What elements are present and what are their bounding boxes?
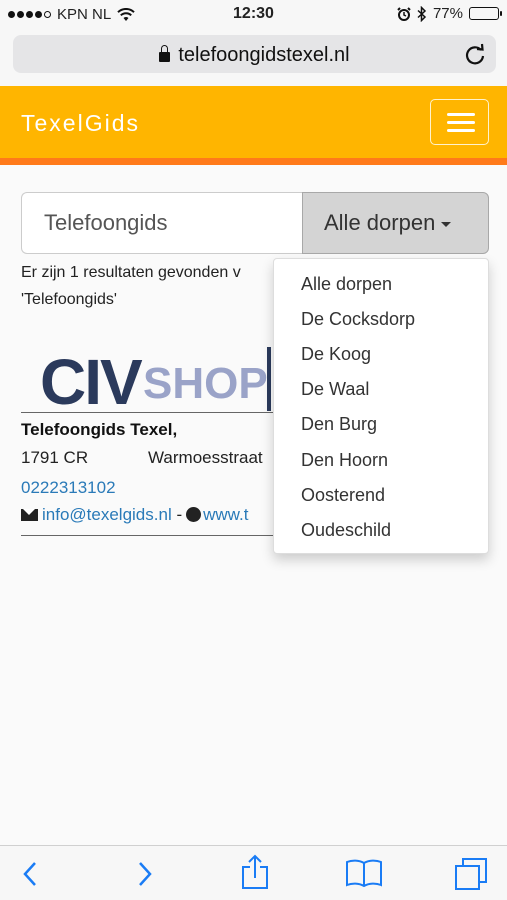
hamburger-icon — [447, 121, 475, 124]
village-button-label: Alle dorpen — [324, 210, 436, 235]
contact-separator: - — [176, 505, 183, 524]
globe-icon — [186, 507, 202, 522]
listing-website-link[interactable]: www.t — [203, 505, 248, 524]
status-bar: KPN NL 12:30 77% — [0, 0, 507, 30]
tabs-icon[interactable] — [453, 856, 489, 892]
result-line-2: 'Telefoongids' — [21, 291, 117, 308]
village-dropdown-menu: Alle dorpen De Cocksdorp De Koog De Waal… — [273, 258, 489, 554]
browser-toolbar — [0, 845, 507, 900]
envelope-icon — [21, 509, 38, 521]
listing-street: Warmoesstraat — [148, 448, 263, 467]
alarm-icon — [397, 6, 411, 21]
logo-civ-text: CIV — [40, 346, 143, 418]
reload-icon[interactable] — [462, 41, 488, 67]
listing-zip: 1791 CR — [21, 448, 89, 467]
listing-contact: info@texelgids.nl - www.t — [21, 505, 273, 525]
dropdown-item-de-cocksdorp[interactable]: De Cocksdorp — [301, 309, 415, 330]
logo-shop-text: SHOP — [143, 359, 268, 408]
civshop-logo[interactable]: CIV SHOP — [40, 345, 268, 418]
status-right: 77% — [397, 5, 502, 22]
result-line-1: Er zijn 1 resultaten gevonden v — [21, 264, 241, 281]
hamburger-icon — [447, 113, 475, 116]
dropdown-item-den-hoorn[interactable]: Den Hoorn — [301, 450, 388, 471]
dropdown-item-oudeschild[interactable]: Oudeschild — [301, 520, 391, 541]
search-input[interactable]: Telefoongids — [21, 192, 303, 254]
site-navbar: TexelGids — [0, 86, 507, 158]
battery-percent: 77% — [432, 5, 463, 22]
divider — [21, 412, 273, 413]
menu-toggle-button[interactable] — [430, 99, 489, 145]
dropdown-item-den-burg[interactable]: Den Burg — [301, 414, 377, 435]
navbar-stripe — [0, 158, 507, 165]
hamburger-icon — [447, 129, 475, 132]
site-brand[interactable]: TexelGids — [21, 110, 140, 137]
lock-icon — [159, 45, 171, 62]
back-icon[interactable] — [20, 859, 40, 889]
dropdown-item-alle-dorpen[interactable]: Alle dorpen — [301, 274, 392, 295]
bluetooth-icon — [417, 5, 427, 22]
dropdown-item-de-koog[interactable]: De Koog — [301, 344, 371, 365]
caret-down-icon — [441, 221, 452, 227]
village-dropdown-button[interactable]: Alle dorpen — [302, 192, 489, 254]
url-text: telefoongidstexel.nl — [178, 44, 350, 66]
browser-address-bar: telefoongidstexel.nl — [0, 30, 507, 86]
listing-email-link[interactable]: info@texelgids.nl — [42, 505, 172, 524]
battery-icon — [469, 7, 502, 20]
bookmarks-icon[interactable] — [345, 858, 383, 888]
forward-icon[interactable] — [135, 859, 155, 889]
dropdown-item-oosterend[interactable]: Oosterend — [301, 485, 385, 506]
listing-phone-link[interactable]: 0222313102 — [21, 478, 116, 498]
url-display: telefoongidstexel.nl — [13, 44, 496, 67]
divider — [21, 535, 273, 536]
share-icon[interactable] — [240, 854, 270, 890]
url-field[interactable]: telefoongidstexel.nl — [13, 35, 496, 73]
logo-divider — [267, 347, 271, 411]
dropdown-item-de-waal[interactable]: De Waal — [301, 379, 369, 400]
result-summary: Er zijn 1 resultaten gevonden v 'Telefoo… — [21, 259, 283, 313]
listing-name: Telefoongids Texel, — [21, 420, 178, 439]
